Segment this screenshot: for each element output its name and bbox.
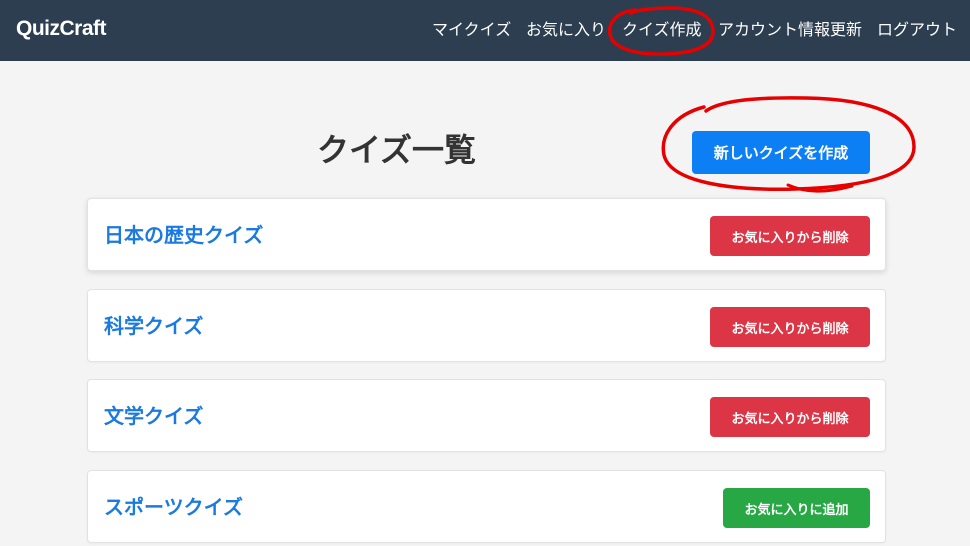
create-quiz-button[interactable]: 新しいクイズを作成 [692,131,870,174]
nav-my-quizzes[interactable]: マイクイズ [432,20,511,40]
nav-links: マイクイズ お気に入り クイズ作成 アカウント情報更新 ログアウト [0,20,970,42]
quiz-card: 科学クイズ お気に入りから削除 [87,289,886,362]
quiz-title-link[interactable]: スポーツクイズ [104,494,243,520]
quiz-card: スポーツクイズ お気に入りに追加 [87,470,886,543]
quiz-title-link[interactable]: 文学クイズ [104,403,203,429]
remove-favorite-button[interactable]: お気に入りから削除 [710,216,870,256]
nav-logout[interactable]: ログアウト [877,20,957,40]
quiz-card: 日本の歴史クイズ お気に入りから削除 [87,198,886,271]
add-favorite-button[interactable]: お気に入りに追加 [723,488,870,528]
nav-favorites[interactable]: お気に入り [526,20,606,40]
remove-favorite-button[interactable]: お気に入りから削除 [710,307,870,347]
nav-account-update[interactable]: アカウント情報更新 [718,20,862,40]
quiz-title-link[interactable]: 科学クイズ [104,313,203,339]
quiz-title-link[interactable]: 日本の歴史クイズ [104,222,263,248]
page-title: クイズ一覧 [317,131,477,169]
top-navbar: QuizCraft マイクイズ お気に入り クイズ作成 アカウント情報更新 ログ… [0,0,970,61]
remove-favorite-button[interactable]: お気に入りから削除 [710,397,870,437]
nav-create-quiz[interactable]: クイズ作成 [622,20,702,40]
quiz-card: 文学クイズ お気に入りから削除 [87,379,886,452]
